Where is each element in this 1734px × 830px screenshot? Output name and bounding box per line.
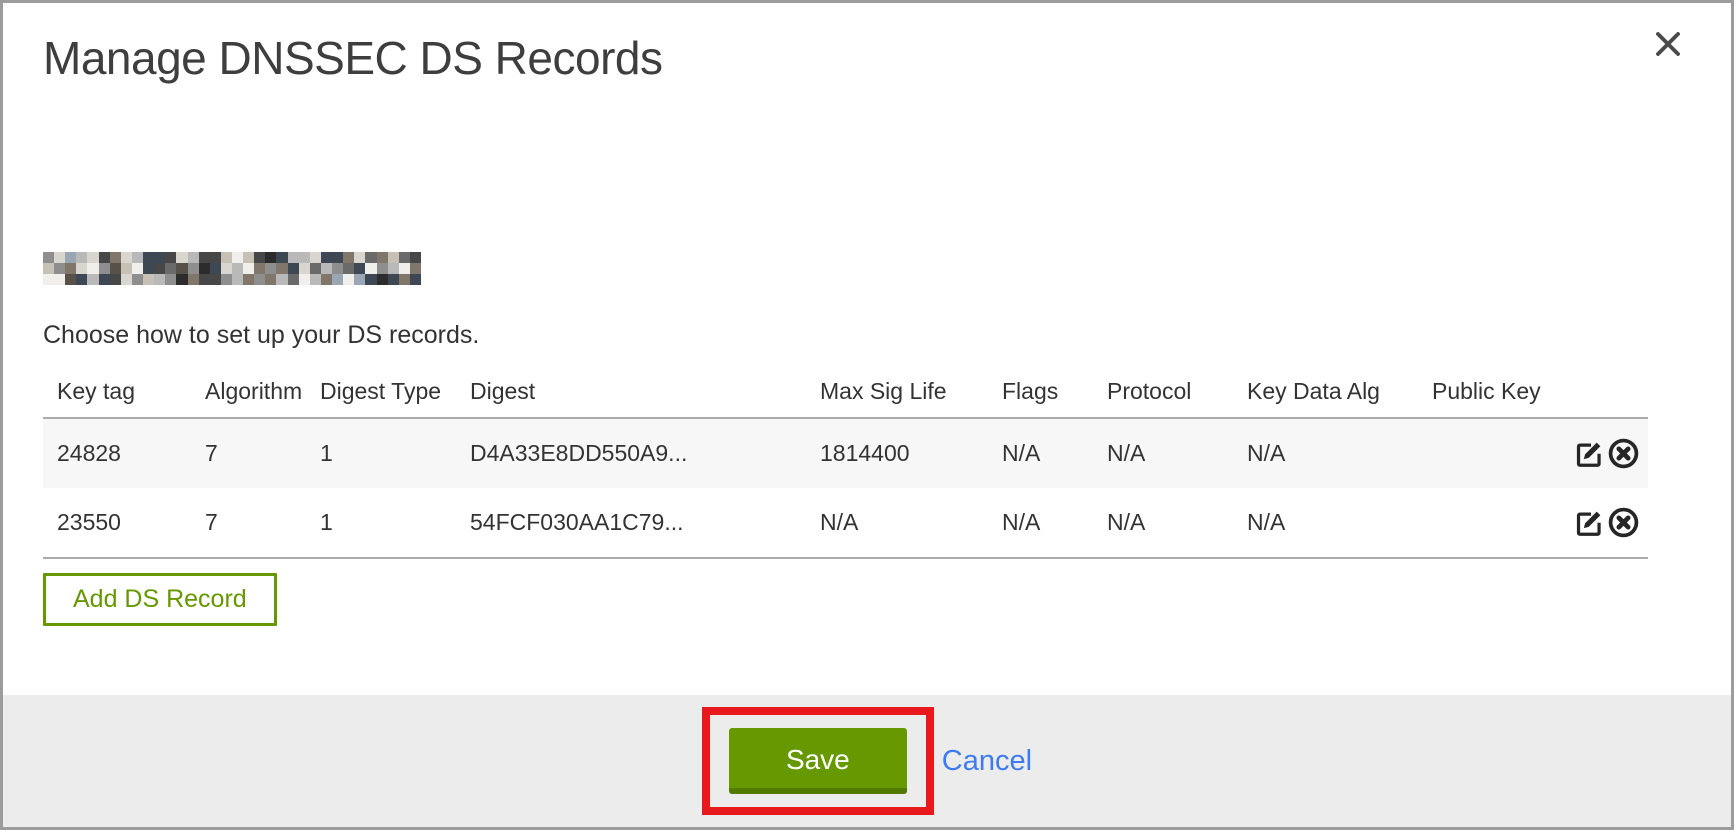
cell-digest: D4A33E8DD550A9... [456,418,806,488]
edit-icon [1574,438,1605,469]
cell-public-key [1418,418,1558,488]
ds-records-table: Key tagAlgorithmDigest TypeDigestMax Sig… [43,364,1648,559]
cell-key-tag: 24828 [43,418,191,488]
cell-key-tag: 23550 [43,488,191,558]
cell-protocol: N/A [1093,418,1233,488]
column-header: Key Data Alg [1233,364,1418,418]
ds-record-row: 235507154FCF030AA1C79...N/AN/AN/AN/A [43,488,1648,558]
cell-max-sig-life: 1814400 [806,418,988,488]
cell-flags: N/A [988,488,1093,558]
column-header: Max Sig Life [806,364,988,418]
cell-algorithm: 7 [191,418,306,488]
highlight-annotation: Save [702,707,934,815]
edit-ds-record-button[interactable] [1574,438,1605,469]
table-header-row: Key tagAlgorithmDigest TypeDigestMax Sig… [43,364,1648,418]
cell-digest: 54FCF030AA1C79... [456,488,806,558]
cell-key-data-alg: N/A [1233,488,1418,558]
cell-public-key [1418,488,1558,558]
column-header: Key tag [43,364,191,418]
column-header: Digest [456,364,806,418]
cell-key-data-alg: N/A [1233,418,1418,488]
table-body: 2482871D4A33E8DD550A9...1814400N/AN/AN/A [43,418,1648,558]
cell-digest-type: 1 [306,488,456,558]
cancel-link[interactable]: Cancel [942,745,1032,778]
delete-ds-record-button[interactable] [1607,506,1640,539]
modal-footer: Save Cancel [3,695,1731,827]
instruction-text: Choose how to set up your DS records. [43,321,1691,350]
actions-column-header [1558,364,1648,418]
ds-record-row: 2482871D4A33E8DD550A9...1814400N/AN/AN/A [43,418,1648,488]
cell-algorithm: 7 [191,488,306,558]
cell-digest-type: 1 [306,418,456,488]
save-button[interactable]: Save [729,728,907,794]
cell-flags: N/A [988,418,1093,488]
column-header: Algorithm [191,364,306,418]
delete-ds-record-button[interactable] [1607,437,1640,470]
edit-icon [1574,507,1605,538]
add-ds-record-button[interactable]: Add DS Record [43,573,277,626]
column-header: Public Key [1418,364,1558,418]
x-circle-icon [1607,506,1640,539]
edit-ds-record-button[interactable] [1574,507,1605,538]
column-header: Protocol [1093,364,1233,418]
column-header: Flags [988,364,1093,418]
cell-protocol: N/A [1093,488,1233,558]
cell-max-sig-life: N/A [806,488,988,558]
x-circle-icon [1607,437,1640,470]
modal: Manage DNSSEC DS Records Choose how to s… [0,0,1734,830]
redacted-domain [43,252,421,285]
column-header: Digest Type [306,364,456,418]
page-title: Manage DNSSEC DS Records [43,31,1691,85]
